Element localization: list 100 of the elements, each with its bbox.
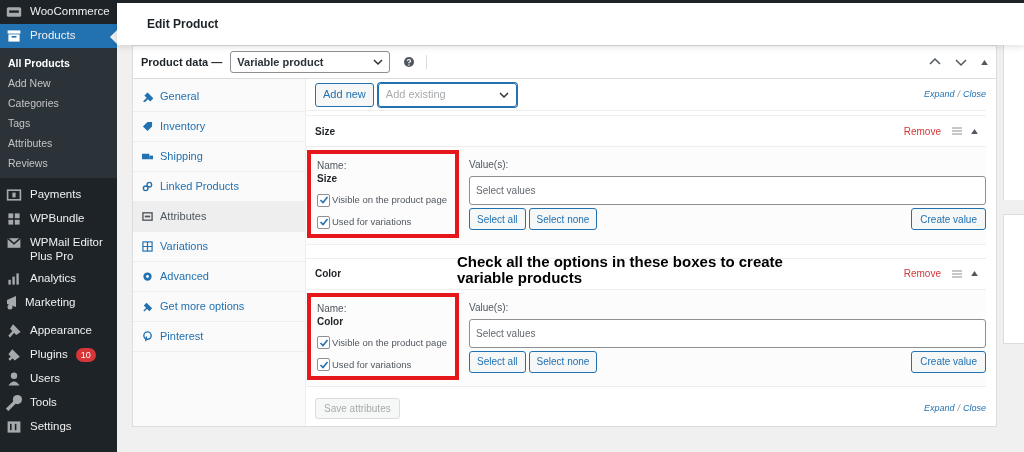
sidebar-label: Plugins <box>30 347 68 361</box>
separator-slash: / <box>957 87 960 101</box>
product-data-tab[interactable]: Variations <box>133 232 305 262</box>
select-button[interactable]: Select none <box>528 208 598 231</box>
expand-close-link[interactable]: Close <box>963 401 986 416</box>
grid-icon <box>6 211 22 227</box>
select-button[interactable]: Select none <box>528 350 598 373</box>
sidebar-item[interactable]: Analytics <box>0 267 117 291</box>
sidebar-item[interactable]: Tools <box>0 391 117 415</box>
product-data-tab[interactable]: Attributes <box>133 202 305 232</box>
values-label: Value(s): <box>469 158 510 173</box>
collapse-triangle-icon[interactable] <box>971 128 978 134</box>
sidebar-label: Payments <box>30 187 82 201</box>
pin-icon <box>142 331 153 342</box>
bar-chart-icon <box>6 271 22 287</box>
submenu-item[interactable]: Reviews <box>0 153 117 173</box>
chevron-up-icon[interactable] <box>929 57 941 67</box>
select-button[interactable]: Select all <box>469 350 526 373</box>
tag-icon <box>142 121 153 132</box>
count-badge: 10 <box>75 348 96 362</box>
chevron-down-icon <box>498 89 509 100</box>
sidebar-item[interactable]: WPBundle <box>0 207 117 231</box>
sidebar-item[interactable]: Users <box>0 367 117 391</box>
create-value-button[interactable]: Create value <box>911 208 986 231</box>
sidebar-label: WooCommerce <box>30 4 110 18</box>
chevron-down-icon <box>373 57 384 67</box>
window-icon <box>142 211 153 222</box>
submenu-item[interactable]: Add New <box>0 73 117 93</box>
checkbox[interactable] <box>317 193 330 207</box>
values-input[interactable]: Select values <box>469 176 986 206</box>
collapse-triangle-icon[interactable] <box>981 59 988 65</box>
option-checkbox[interactable]: Visible on the product page <box>317 193 455 208</box>
checkbox-label: Visible on the product page <box>332 335 447 350</box>
checkbox[interactable] <box>317 215 330 229</box>
sidebar-label: WPBundle <box>30 211 85 225</box>
values-input[interactable]: Select values <box>469 318 986 348</box>
sidebar-label: Marketing <box>25 295 76 309</box>
grid-icon <box>142 241 153 252</box>
submenu-item[interactable]: Attributes <box>0 133 117 153</box>
sidebar-label: Users <box>30 371 61 385</box>
option-checkbox[interactable]: Visible on the product page <box>317 335 455 350</box>
product-data-tab[interactable]: General <box>133 82 305 112</box>
sidebar-item[interactable]: Appearance <box>0 319 117 343</box>
drag-handle-icon[interactable] <box>952 269 962 278</box>
envelope-icon <box>6 235 22 251</box>
annotation-text: Check all the options in these boxes to create variable products <box>457 254 784 286</box>
box-icon <box>6 28 22 44</box>
sidebar-item[interactable]: WPMail Editor Plus Pro <box>0 231 117 267</box>
checkbox[interactable] <box>317 336 330 350</box>
product-data-tab[interactable]: Inventory <box>133 112 305 142</box>
link-icon <box>142 181 153 192</box>
truck-icon <box>142 151 153 162</box>
drag-handle-icon[interactable] <box>952 127 962 136</box>
brush-icon <box>6 323 22 339</box>
sidebar-item[interactable]: WooCommerce <box>0 0 117 24</box>
submenu-item[interactable]: All Products <box>0 53 117 73</box>
option-checkbox[interactable]: Used for variations <box>317 215 455 230</box>
panel-label: Product data — <box>141 54 223 70</box>
attribute-title: Size <box>315 124 335 139</box>
sidebar-item[interactable]: Marketing <box>0 291 117 314</box>
expand-close-link[interactable]: Close <box>963 87 986 102</box>
select-button[interactable]: Select all <box>469 208 526 231</box>
user-icon <box>6 371 22 387</box>
collapse-triangle-icon[interactable] <box>971 271 978 277</box>
sidebar-label: Settings <box>30 419 72 433</box>
checkbox-label: Visible on the product page <box>332 193 447 208</box>
submenu-item[interactable]: Tags <box>0 113 117 133</box>
sidebar-item[interactable]: Products <box>0 24 117 48</box>
gear-icon <box>142 271 153 282</box>
checkbox[interactable] <box>317 358 330 372</box>
submenu-item[interactable]: Categories <box>0 93 117 113</box>
sidebar-item[interactable]: Payments <box>0 183 117 207</box>
sidebar-item[interactable]: Plugins 10 <box>0 343 117 367</box>
add-new-button[interactable]: Add new <box>315 82 374 107</box>
values-label: Value(s): <box>469 300 510 315</box>
sidebar-label: WPMail Editor Plus Pro <box>30 235 104 263</box>
remove-link[interactable]: Remove <box>903 266 941 282</box>
product-data-tab[interactable]: Shipping <box>133 142 305 172</box>
remove-link[interactable]: Remove <box>903 123 941 139</box>
product-data-tab[interactable]: Pinterest <box>133 322 305 352</box>
page-title: Edit Product <box>147 16 219 33</box>
product-type-select[interactable]: Variable product <box>230 51 391 73</box>
sidebar-label: Appearance <box>30 323 93 337</box>
product-data-tab[interactable]: Get more options <box>133 292 305 322</box>
chevron-down-icon[interactable] <box>955 57 967 67</box>
attribute-title: Color <box>315 267 342 282</box>
product-data-tab[interactable]: Advanced <box>133 262 305 292</box>
option-checkbox[interactable]: Used for variations <box>317 357 455 373</box>
separator-slash: / <box>957 401 960 415</box>
expand-close-link[interactable]: Expand <box>923 87 955 102</box>
name-label: Name: <box>317 159 348 173</box>
expand-close-link[interactable]: Expand <box>923 401 955 416</box>
sidebar-label: Analytics <box>30 271 77 285</box>
create-value-button[interactable]: Create value <box>911 350 986 373</box>
help-icon[interactable] <box>404 57 415 67</box>
name-label: Name: <box>317 301 348 315</box>
checkbox-label: Used for variations <box>332 215 412 230</box>
sidebar-item[interactable]: Settings <box>0 415 117 439</box>
sidebar-label: Products <box>30 28 76 42</box>
checkbox-label: Used for variations <box>332 357 412 372</box>
